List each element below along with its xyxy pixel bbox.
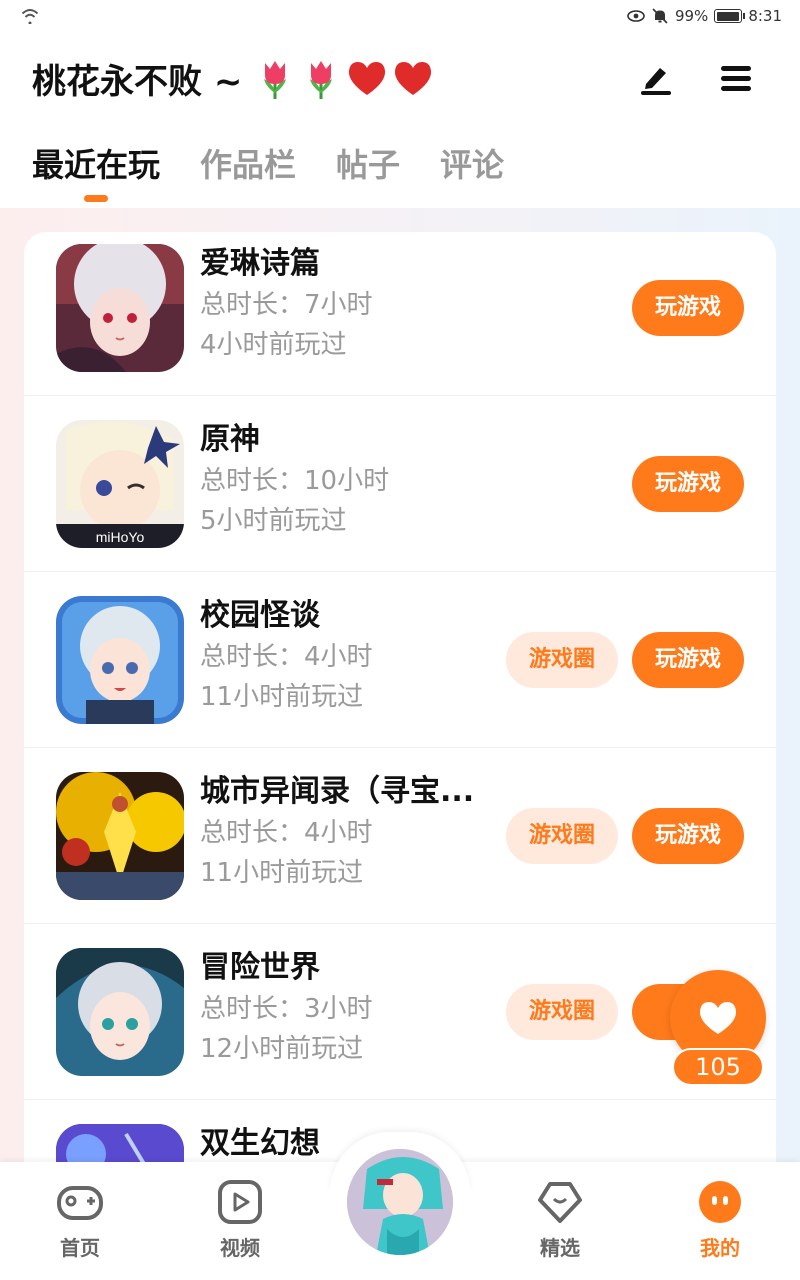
game-name: 冒险世界	[200, 950, 320, 985]
battery-percent: 99%	[674, 7, 709, 25]
game-row[interactable]: 校园怪谈 总时长：4小时 11小时前玩过 游戏圈 玩游戏	[24, 572, 776, 748]
nav-item-home[interactable]: 首页	[40, 1180, 120, 1261]
tulip-icon	[264, 60, 287, 99]
game-icon-campus	[56, 596, 184, 724]
face-icon	[699, 1181, 741, 1223]
recent-games-card: 爱琳诗篇 总时长：7小时 4小时前玩过 玩游戏 miHoYo 原神 总时长：10…	[24, 232, 776, 1232]
like-count-badge: 105	[672, 1048, 764, 1086]
status-right: 99% 8:31	[627, 7, 782, 25]
game-row[interactable]: 城市异闻录（寻宝... 总时长：4小时 11小时前玩过 游戏圈 玩游戏	[24, 748, 776, 924]
wifi-icon	[21, 9, 39, 24]
game-icon-adventure	[56, 948, 184, 1076]
play-game-button[interactable]: 玩游戏	[632, 280, 744, 336]
battery-icon	[714, 9, 746, 23]
heart-icon	[349, 61, 386, 95]
play-game-button[interactable]: 玩游戏	[632, 808, 744, 864]
center-avatar-button[interactable]	[344, 1146, 456, 1258]
tab-recently-played[interactable]: 最近在玩	[32, 138, 161, 202]
tulip-icon	[310, 60, 333, 99]
nav-item-video[interactable]: 视频	[200, 1180, 280, 1261]
game-icon-city	[56, 772, 184, 900]
tab-active-indicator	[84, 195, 108, 202]
nav-label: 首页	[60, 1236, 100, 1260]
mute-bell-icon	[652, 8, 668, 24]
tab-label: 作品栏	[200, 146, 297, 184]
eye-icon	[627, 10, 645, 22]
tab-posts[interactable]: 帖子	[336, 138, 400, 198]
tab-works[interactable]: 作品栏	[200, 138, 296, 198]
game-last-played: 11小时前玩过	[200, 682, 364, 712]
game-duration: 总时长：4小时	[200, 818, 373, 848]
game-name: 爱琳诗篇	[200, 246, 320, 281]
game-circle-button[interactable]: 游戏圈	[506, 808, 618, 864]
nav-label: 我的	[700, 1236, 740, 1260]
game-row[interactable]: 冒险世界 总时长：3小时 12小时前玩过 游戏圈 玩	[24, 924, 776, 1100]
tab-comments[interactable]: 评论	[440, 138, 504, 198]
heart-icon	[699, 1002, 737, 1034]
game-name: 原神	[200, 422, 260, 457]
username-text: 桃花永不败 ~	[32, 62, 243, 102]
game-row[interactable]: miHoYo 原神 总时长：10小时 5小时前玩过 玩游戏	[24, 396, 776, 572]
heart-icon	[395, 61, 432, 95]
edit-icon[interactable]	[636, 58, 676, 98]
clock-time: 8:31	[748, 7, 782, 25]
nav-item-featured[interactable]: 精选	[520, 1180, 600, 1261]
tab-label: 最近在玩	[32, 146, 161, 184]
game-last-played: 4小时前玩过	[200, 330, 347, 360]
gamepad-icon	[57, 1186, 103, 1220]
game-duration: 总时长：3小时	[200, 994, 373, 1024]
nav-item-mine[interactable]: 我的	[680, 1180, 760, 1261]
status-bar: 99% 8:31	[0, 0, 800, 36]
nav-label: 视频	[220, 1236, 260, 1260]
game-duration: 总时长：10小时	[200, 466, 390, 496]
game-icon-ailin	[56, 244, 184, 372]
game-name: 城市异闻录（寻宝...	[200, 774, 475, 809]
game-duration: 总时长：4小时	[200, 642, 373, 672]
menu-icon[interactable]	[716, 58, 756, 98]
game-icon-genshin: miHoYo	[56, 420, 184, 548]
game-name: 校园怪谈	[200, 598, 320, 633]
profile-header: 桃花永不败 ~	[0, 36, 800, 122]
game-duration: 总时长：7小时	[200, 290, 373, 320]
game-last-played: 11小时前玩过	[200, 858, 364, 888]
profile-tabs: 最近在玩 作品栏 帖子 评论	[32, 138, 504, 208]
game-circle-button[interactable]: 游戏圈	[506, 632, 618, 688]
video-icon	[218, 1180, 262, 1224]
nav-label: 精选	[540, 1236, 580, 1260]
game-name: 双生幻想	[200, 1126, 320, 1161]
heart-chat-icon	[538, 1182, 582, 1223]
game-circle-button[interactable]: 游戏圈	[506, 984, 618, 1040]
play-game-button[interactable]: 玩游戏	[632, 456, 744, 512]
svg-text:miHoYo: miHoYo	[96, 529, 145, 545]
page-title: 桃花永不败 ~	[32, 54, 434, 103]
tab-label: 帖子	[336, 146, 401, 184]
tab-label: 评论	[440, 146, 505, 184]
game-row[interactable]: 爱琳诗篇 总时长：7小时 4小时前玩过 玩游戏	[24, 232, 776, 396]
play-game-button[interactable]: 玩游戏	[632, 632, 744, 688]
emoji-row	[254, 57, 434, 101]
game-last-played: 5小时前玩过	[200, 506, 347, 536]
game-last-played: 12小时前玩过	[200, 1034, 364, 1064]
